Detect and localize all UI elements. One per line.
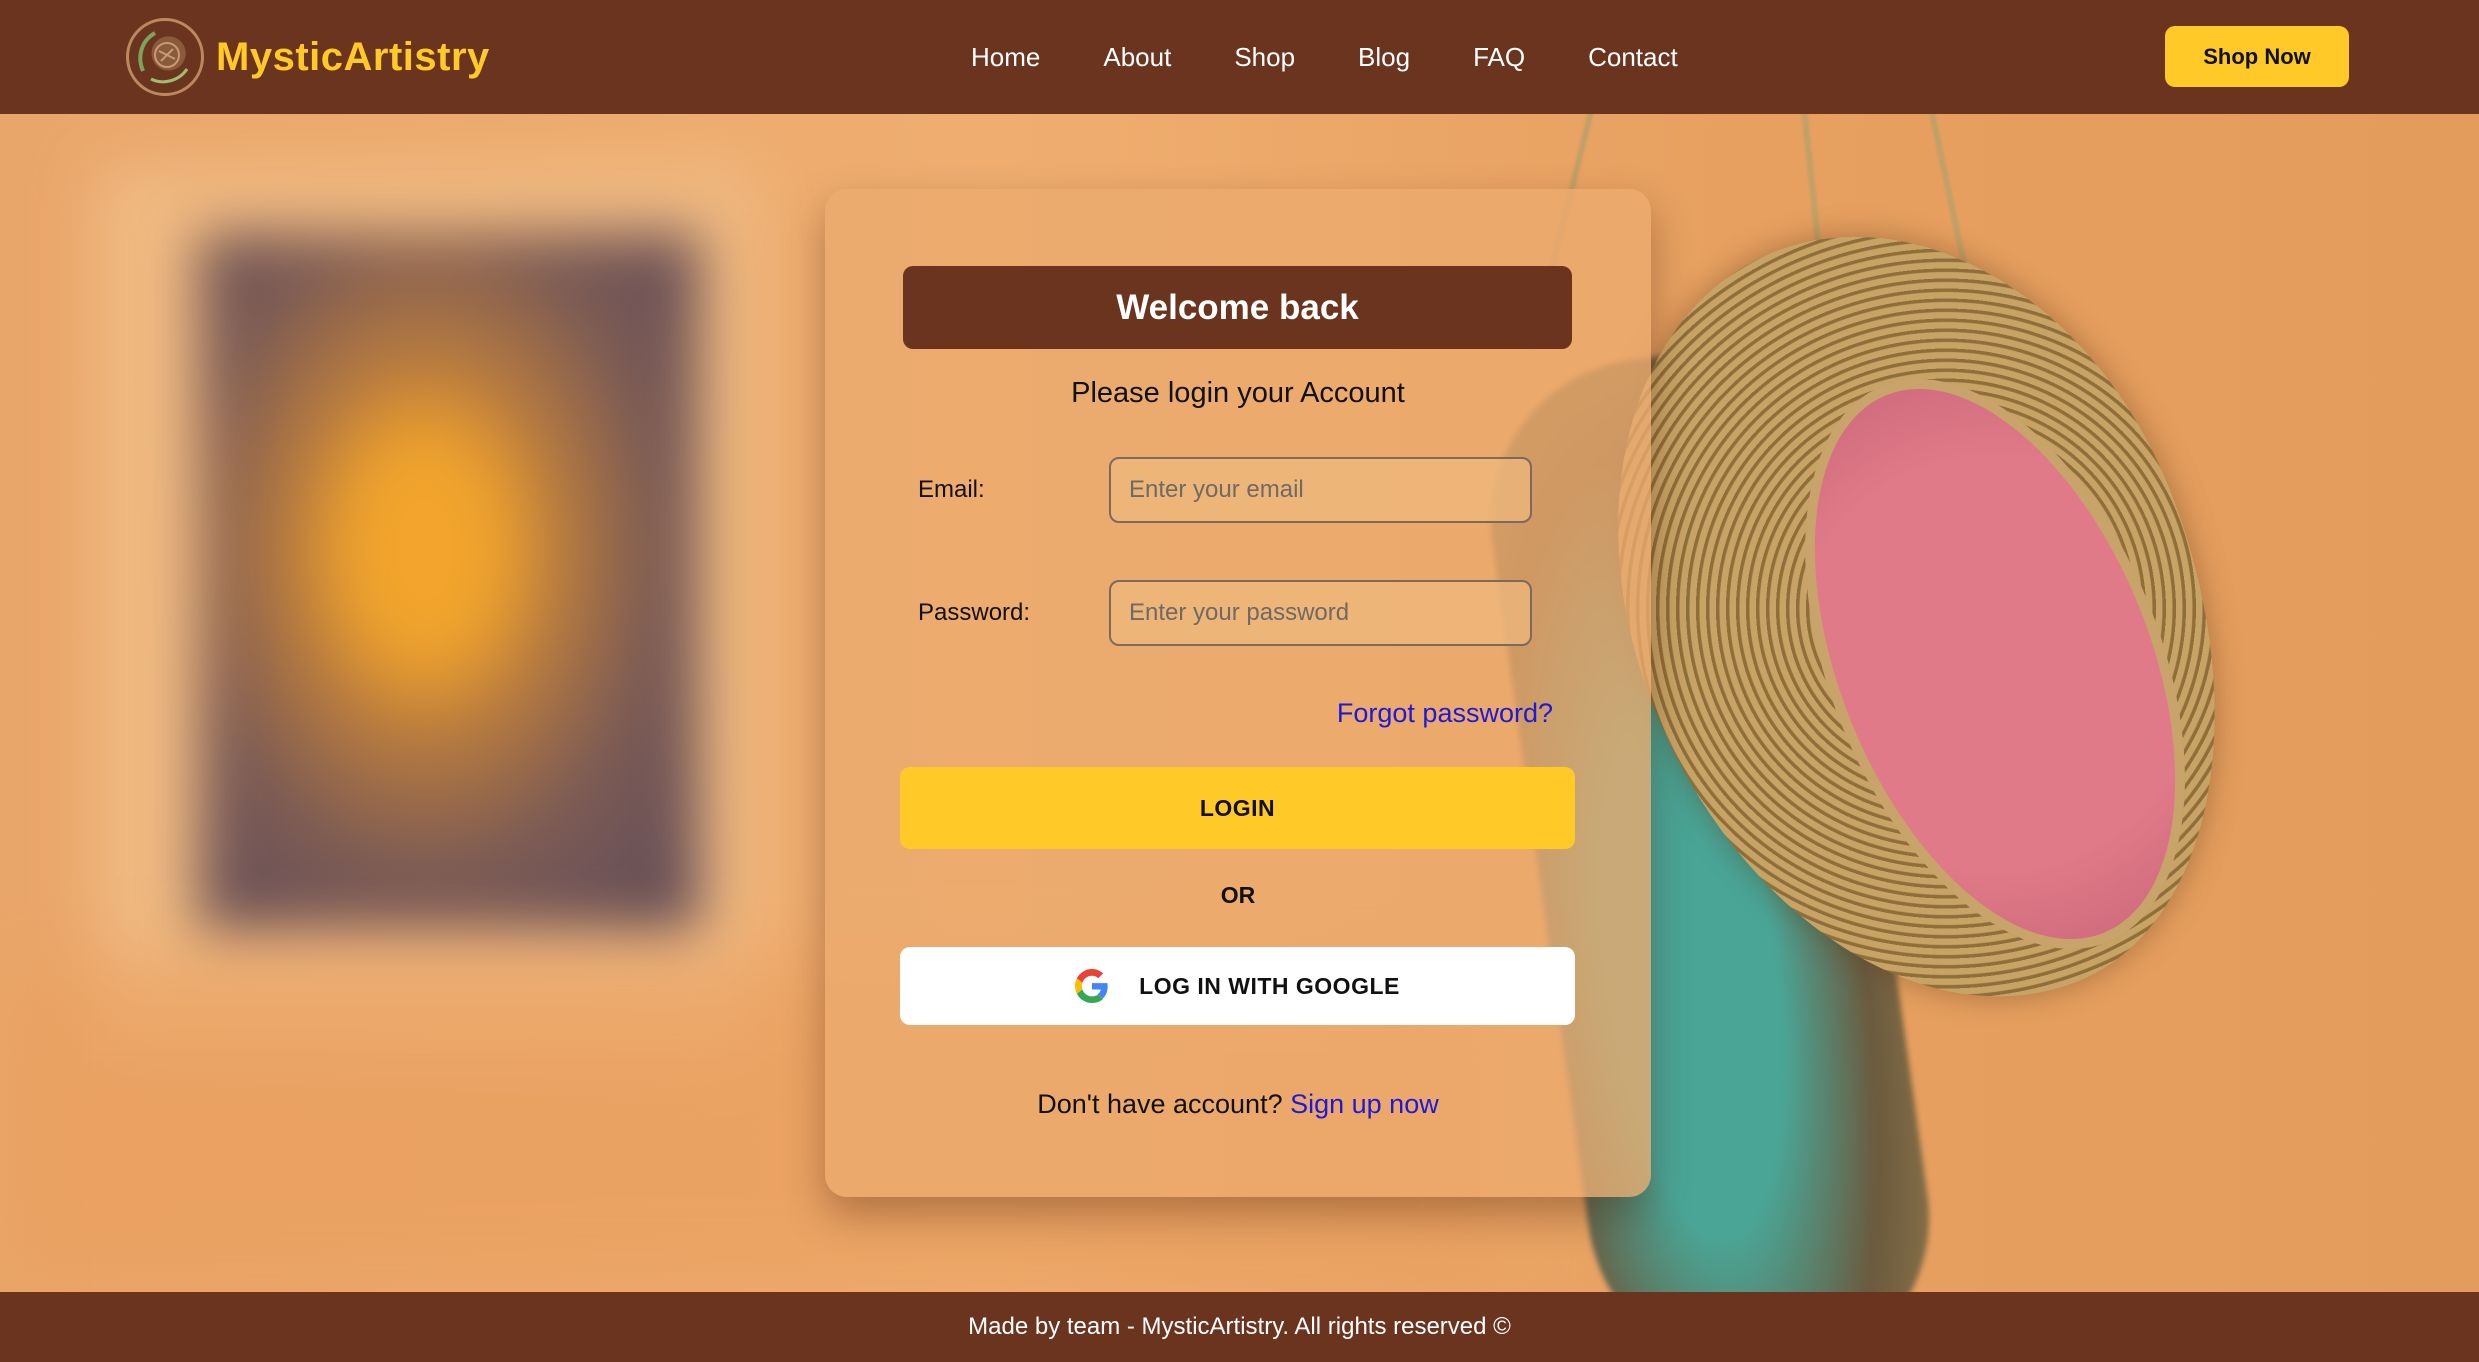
forgot-password-link[interactable]: Forgot password? bbox=[1337, 698, 1553, 729]
google-icon bbox=[1075, 969, 1109, 1003]
password-field[interactable] bbox=[1109, 580, 1532, 646]
google-button-label: LOG IN WITH GOOGLE bbox=[1139, 972, 1400, 999]
email-field[interactable] bbox=[1109, 457, 1532, 523]
login-title: Welcome back bbox=[903, 266, 1572, 349]
email-label: Email: bbox=[918, 476, 985, 503]
nav-link-faq[interactable]: FAQ bbox=[1473, 42, 1525, 73]
shop-now-button[interactable]: Shop Now bbox=[2165, 26, 2349, 87]
main-nav: Home About Shop Blog FAQ Contact bbox=[971, 0, 1678, 114]
hero-background: Welcome back Please login your Account E… bbox=[0, 114, 2479, 1292]
signup-prompt: Don't have account? bbox=[1037, 1089, 1283, 1119]
login-subtitle: Please login your Account bbox=[1071, 377, 1405, 409]
nav-link-blog[interactable]: Blog bbox=[1358, 42, 1410, 73]
brand-name: MysticArtistry bbox=[216, 34, 490, 79]
password-label: Password: bbox=[918, 599, 1031, 626]
brand-logo-icon bbox=[126, 18, 204, 96]
signup-row: Don't have account? Sign up now bbox=[825, 1089, 1651, 1120]
nav-link-contact[interactable]: Contact bbox=[1588, 42, 1678, 73]
brand[interactable]: MysticArtistry bbox=[126, 18, 490, 96]
footer-text: Made by team - MysticArtistry. All right… bbox=[968, 1313, 1511, 1340]
top-navbar: MysticArtistry Home About Shop Blog FAQ … bbox=[0, 0, 2479, 114]
or-divider: OR bbox=[1220, 882, 1256, 908]
login-card: Welcome back Please login your Account E… bbox=[825, 189, 1651, 1197]
nav-link-about[interactable]: About bbox=[1103, 42, 1171, 73]
nav-link-home[interactable]: Home bbox=[971, 42, 1040, 73]
signup-link[interactable]: Sign up now bbox=[1290, 1089, 1439, 1119]
page-footer: Made by team - MysticArtistry. All right… bbox=[0, 1292, 2479, 1362]
blurred-painting-image bbox=[200, 234, 700, 934]
login-button[interactable]: LOGIN bbox=[900, 767, 1575, 849]
nav-link-shop[interactable]: Shop bbox=[1234, 42, 1295, 73]
google-login-button[interactable]: LOG IN WITH GOOGLE bbox=[900, 947, 1575, 1025]
